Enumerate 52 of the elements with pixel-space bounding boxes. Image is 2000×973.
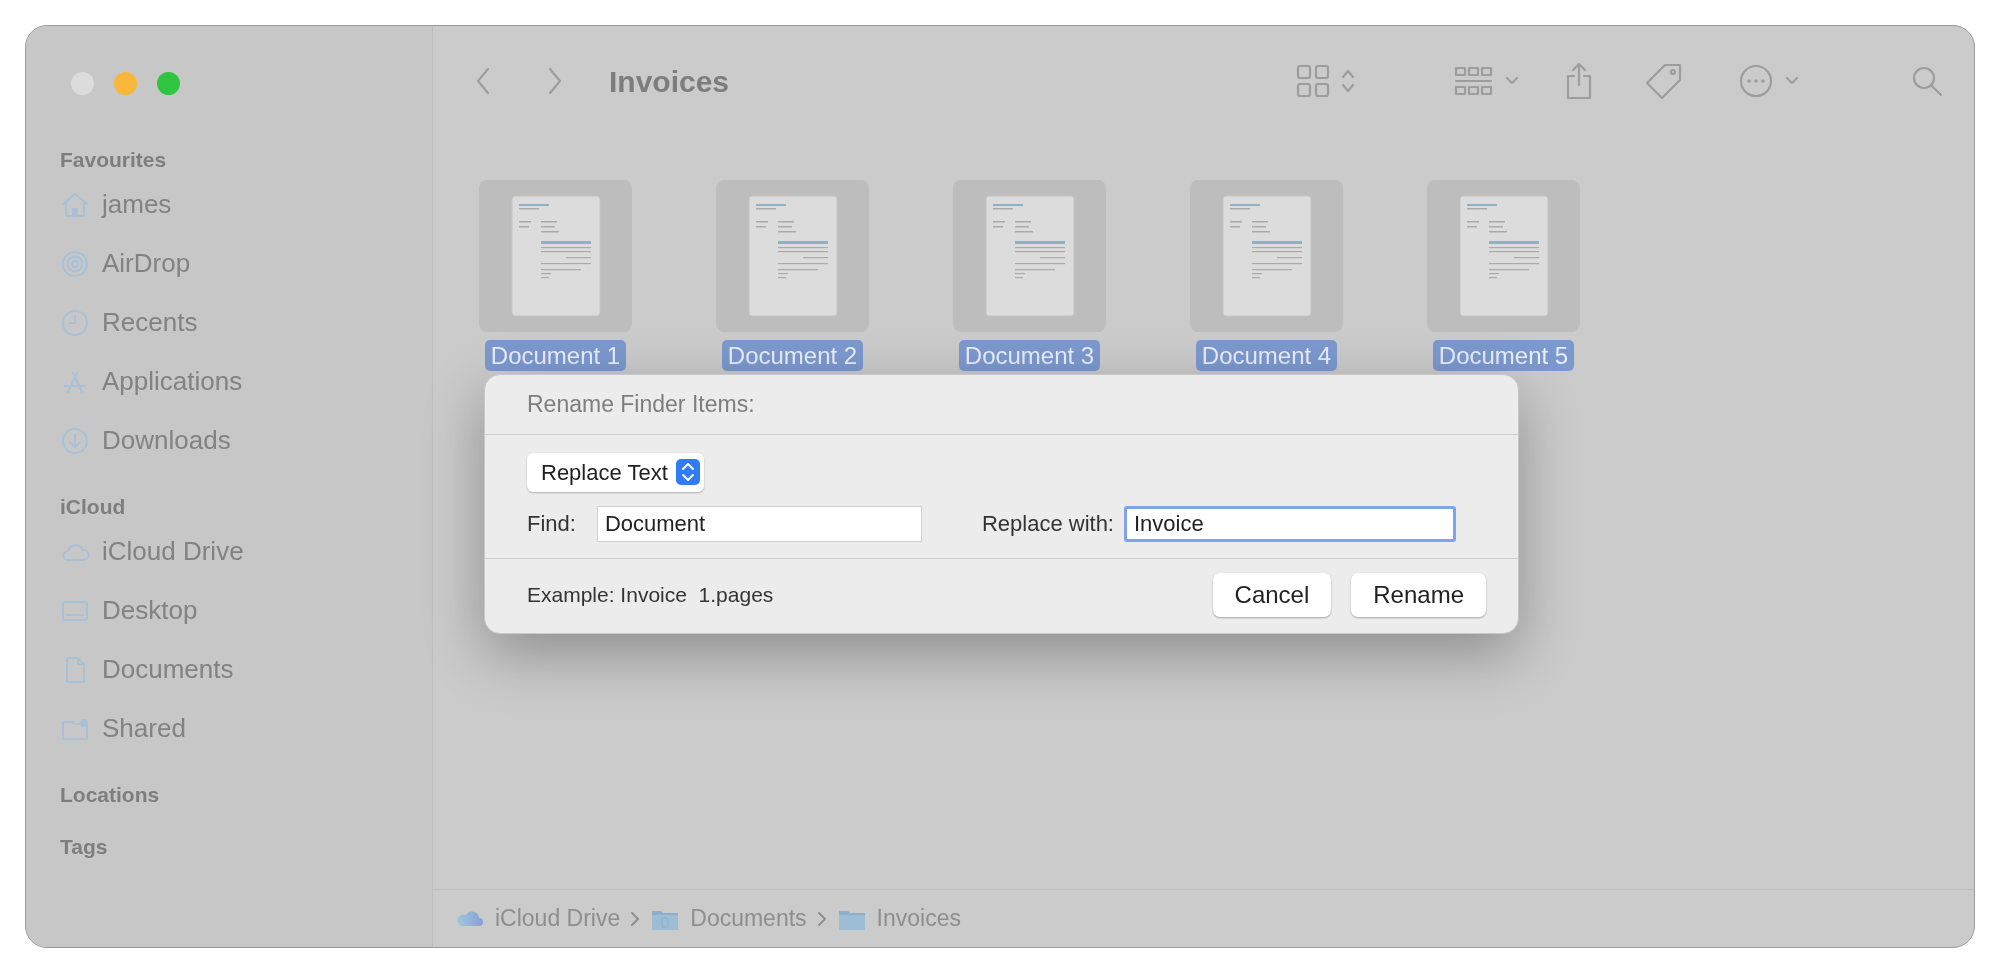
path-segment[interactable]: Documents	[690, 901, 807, 936]
share-icon[interactable]	[1564, 61, 1594, 101]
replace-label: Replace with:	[981, 510, 1114, 538]
example-text: Example: Invoice 1.pages	[527, 581, 775, 608]
chevron-right-icon	[816, 910, 827, 927]
clock-icon	[60, 307, 90, 338]
sidebar-item[interactable]: Applications	[102, 362, 243, 401]
zoom-window-button[interactable]	[157, 71, 180, 95]
document-thumbnail[interactable]	[747, 195, 838, 317]
grid-view-icon[interactable]	[1296, 64, 1330, 98]
group-icon[interactable]	[1454, 65, 1494, 97]
rename-button[interactable]: Rename	[1351, 572, 1486, 617]
sidebar-heading: Tags	[59, 834, 109, 860]
sidebar-heading: iCloud	[59, 494, 127, 520]
file-name[interactable]: Document 3	[958, 340, 1101, 371]
download-icon	[60, 425, 90, 456]
path-segment[interactable]: iCloud Drive	[495, 901, 621, 936]
minimize-window-button[interactable]	[114, 71, 137, 95]
window-title: Invoices	[609, 63, 730, 100]
file-name[interactable]: Document 2	[721, 340, 864, 371]
path-segment[interactable]: Invoices	[876, 901, 961, 936]
find-field[interactable]: Document	[596, 505, 922, 542]
caret-icon[interactable]	[1504, 75, 1520, 87]
caret-icon[interactable]	[1784, 75, 1800, 87]
cancel-button[interactable]: Cancel	[1212, 572, 1332, 617]
replace-field[interactable]: Invoice	[1124, 505, 1456, 542]
sidebar-heading: Locations	[59, 782, 161, 808]
sidebar-item[interactable]: AirDrop	[102, 244, 191, 283]
sidebar-item[interactable]: iCloud Drive	[102, 532, 244, 571]
document-thumbnail[interactable]	[1458, 195, 1549, 317]
sidebar-item[interactable]: Downloads	[102, 421, 231, 460]
stepper-icon	[675, 459, 700, 485]
file-name[interactable]: Document 4	[1195, 340, 1338, 371]
document-thumbnail[interactable]	[984, 195, 1075, 317]
sidebar-item[interactable]: Recents	[102, 303, 198, 342]
tag-icon[interactable]	[1644, 61, 1684, 101]
chevron-right-icon	[630, 910, 641, 927]
file-name[interactable]: Document 5	[1432, 340, 1575, 371]
ellipsis-circle-icon[interactable]	[1738, 63, 1774, 99]
mode-popup-button[interactable]: Replace Text	[527, 452, 704, 492]
search-icon[interactable]	[1910, 64, 1944, 98]
sidebar-item[interactable]: Shared	[102, 709, 186, 748]
sidebar-heading: Favourites	[59, 147, 168, 173]
airdrop-icon	[60, 248, 90, 279]
sidebar-item[interactable]: Desktop	[102, 591, 198, 630]
document-thumbnail[interactable]	[1221, 195, 1312, 317]
document-thumbnail[interactable]	[510, 195, 601, 317]
file-name[interactable]: Document 1	[484, 340, 627, 371]
sidebar-item[interactable]: Documents	[102, 650, 234, 689]
find-label: Find:	[527, 510, 576, 538]
dialog-title: Rename Finder Items:	[485, 375, 1518, 435]
sidebar-item[interactable]: james	[102, 185, 172, 224]
